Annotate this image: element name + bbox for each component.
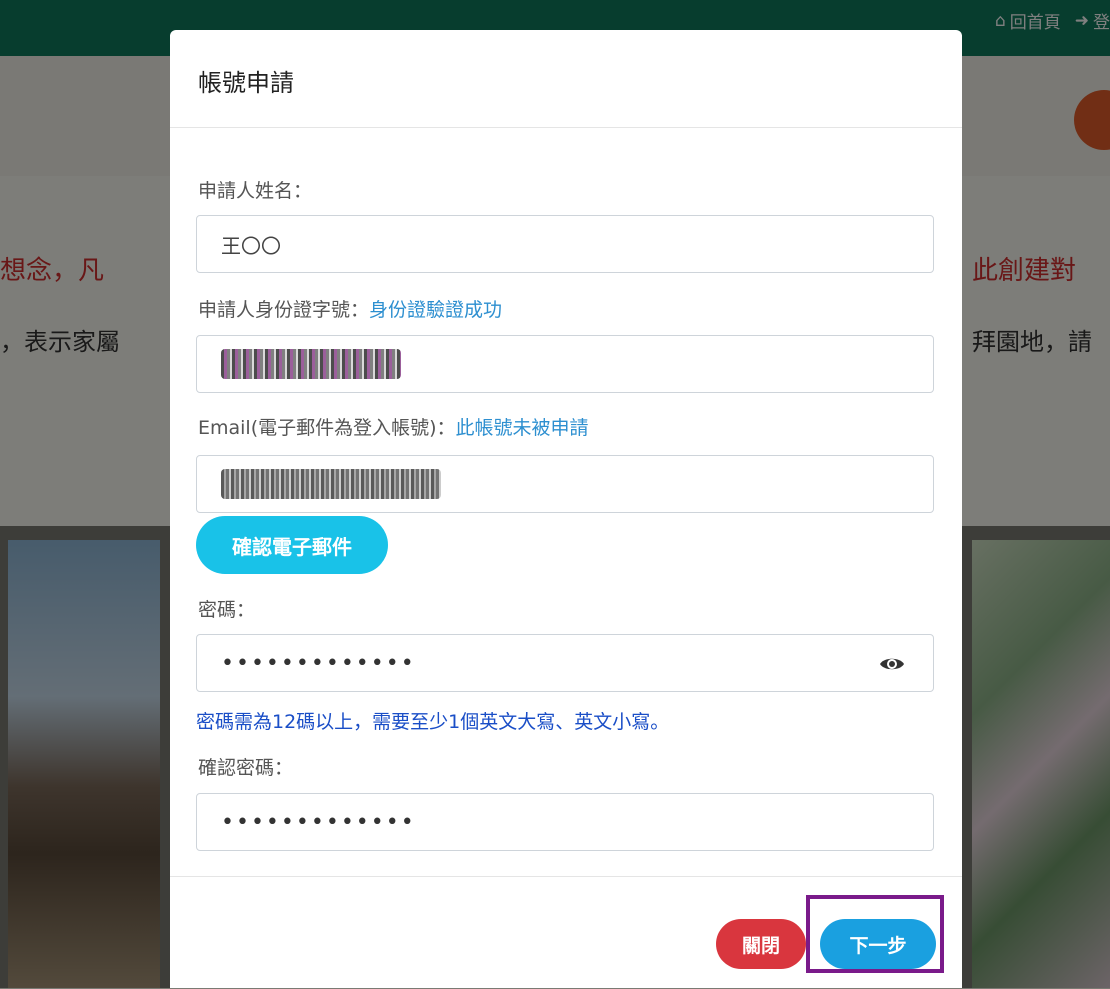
account-application-modal: 帳號申請 申請人姓名： 王〇〇 申請人身份證字號：身份證驗證成功 Email(電… [170,30,962,988]
redacted-id-value [221,349,401,379]
password-value: ••••••••••••• [221,650,416,676]
confirm-password-input[interactable]: ••••••••••••• [196,793,934,851]
id-verify-status: 身份證驗證成功 [369,299,503,321]
modal-header: 帳號申請 [170,30,962,128]
name-input[interactable]: 王〇〇 [196,215,934,273]
email-status: 此帳號未被申請 [455,417,589,439]
password-input[interactable]: ••••••••••••• [196,634,934,692]
confirm-password-value: ••••••••••••• [221,809,416,835]
password-hint: 密碼需為12碼以上，需要至少1個英文大寫、英文小寫。 [196,711,670,733]
name-label: 申請人姓名： [198,180,313,202]
id-number-label: 申請人身份證字號：身份證驗證成功 [198,299,503,321]
name-value: 王〇〇 [221,233,281,258]
password-label: 密碼： [198,599,256,621]
close-button[interactable]: 關閉 [716,919,806,969]
id-number-input[interactable] [196,335,934,393]
email-label: Email(電子郵件為登入帳號)：此帳號未被申請 [198,417,589,439]
email-input[interactable] [196,455,934,513]
confirm-password-label: 確認密碼： [198,757,294,779]
confirm-email-button[interactable]: 確認電子郵件 [196,516,388,574]
redacted-email-value [221,469,441,499]
eye-icon[interactable] [879,652,905,676]
next-button-highlight [806,895,944,973]
modal-title: 帳號申請 [198,69,294,97]
